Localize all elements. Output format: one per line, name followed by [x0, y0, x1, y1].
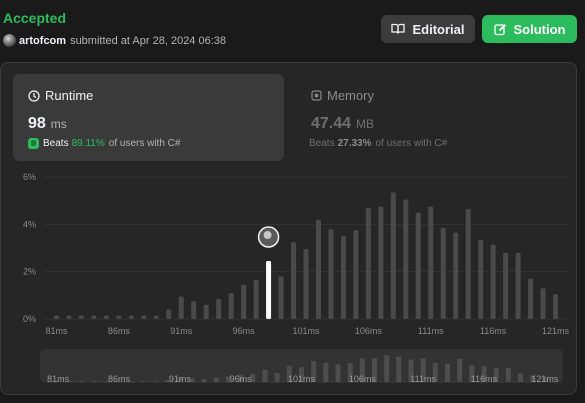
bar[interactable]	[241, 284, 247, 319]
bar[interactable]	[440, 227, 446, 319]
bar[interactable]	[91, 315, 97, 319]
bar[interactable]	[253, 279, 259, 319]
navigator-bar	[384, 355, 390, 382]
bar[interactable]	[528, 278, 534, 319]
navigator-bar	[445, 363, 450, 382]
bar[interactable]	[365, 207, 371, 319]
y-tick-label: 0%	[23, 314, 36, 324]
x-tick-label: 81ms	[45, 326, 68, 336]
navigator-tick-label: 86ms	[108, 374, 131, 384]
bar[interactable]	[328, 229, 334, 319]
bar[interactable]	[515, 252, 521, 319]
bar[interactable]	[66, 315, 72, 319]
navigator-bar	[153, 381, 158, 382]
navigator-tick-label: 91ms	[169, 374, 192, 384]
navigator-tick-label: 116ms	[471, 374, 498, 384]
x-tick-label: 111ms	[418, 326, 444, 336]
bar[interactable]	[503, 252, 509, 319]
bar[interactable]	[553, 294, 559, 319]
navigator-bar	[457, 358, 463, 382]
bar[interactable]	[78, 315, 84, 319]
bar[interactable]	[291, 242, 297, 319]
navigator-bar	[505, 368, 511, 382]
navigator-tick-label: 81ms	[47, 374, 70, 384]
navigator-bar	[80, 381, 85, 382]
x-tick-label: 86ms	[108, 326, 131, 336]
bar[interactable]	[478, 239, 484, 319]
bar[interactable]	[278, 276, 284, 319]
bar[interactable]	[191, 301, 197, 319]
bar[interactable]	[303, 249, 309, 319]
x-tick-label: 91ms	[170, 326, 193, 336]
y-tick-label: 2%	[23, 267, 36, 277]
bar[interactable]	[103, 315, 109, 319]
bar[interactable]	[178, 296, 184, 319]
bar[interactable]	[153, 315, 159, 319]
navigator-bar	[396, 356, 402, 382]
bar[interactable]	[141, 315, 147, 319]
navigator-tick-label: 111ms	[410, 374, 436, 384]
bar[interactable]	[378, 206, 384, 319]
avatar-marker-face	[263, 231, 272, 240]
navigator-tick-label: 101ms	[288, 374, 316, 384]
navigator-bar	[323, 363, 329, 382]
navigator-bar	[262, 369, 268, 382]
x-tick-label: 101ms	[292, 326, 320, 336]
bar[interactable]	[228, 292, 234, 319]
navigator-bar	[213, 377, 219, 382]
bar[interactable]	[203, 304, 209, 319]
navigator-bar	[140, 381, 146, 382]
bar[interactable]	[465, 208, 471, 319]
navigator-tick-label: 96ms	[230, 374, 253, 384]
bar[interactable]	[340, 236, 346, 319]
bar[interactable]	[428, 206, 434, 319]
bar[interactable]	[315, 219, 321, 319]
bar[interactable]	[403, 199, 409, 319]
bar[interactable]	[540, 288, 546, 319]
x-tick-label: 106ms	[355, 326, 383, 336]
bar[interactable]	[166, 309, 172, 319]
bar[interactable]	[415, 212, 421, 320]
bar[interactable]	[490, 244, 496, 319]
bar[interactable]	[53, 315, 59, 319]
navigator-tick-label: 121ms	[531, 374, 559, 384]
x-tick-label: 116ms	[480, 326, 507, 336]
navigator-bar	[335, 364, 341, 382]
navigator-bar	[201, 379, 207, 382]
bar[interactable]	[390, 192, 396, 319]
y-tick-label: 6%	[23, 172, 36, 182]
y-tick-label: 4%	[23, 219, 36, 229]
bar[interactable]	[453, 232, 459, 319]
bar[interactable]	[116, 315, 122, 319]
bar[interactable]	[216, 298, 222, 319]
navigator-tick-label: 106ms	[349, 374, 377, 384]
x-tick-label: 121ms	[542, 326, 570, 336]
x-tick-label: 96ms	[233, 326, 256, 336]
bar[interactable]	[353, 230, 359, 319]
runtime-distribution-chart[interactable]: 0% 2% 4% 6% 81ms 86ms 91ms 96ms 101ms 106ms 111ms 1…	[0, 0, 585, 403]
highlight-bar[interactable]	[266, 261, 272, 319]
bar[interactable]	[128, 315, 134, 319]
navigator-bar	[274, 373, 280, 382]
navigator-bar	[92, 381, 98, 382]
navigator-bar	[518, 373, 523, 382]
